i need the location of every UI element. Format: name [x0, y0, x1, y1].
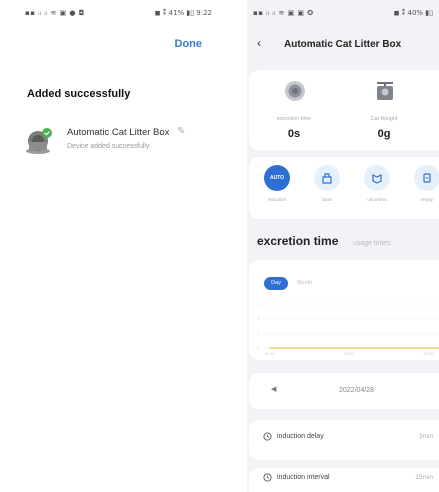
action-label: empty [420, 197, 434, 202]
stat-value: 0g [377, 128, 391, 140]
setting-value: 3min [418, 433, 433, 440]
setting-induction-interval[interactable]: induction interval 15min [249, 463, 439, 492]
timer-icon [263, 473, 272, 482]
edit-icon[interactable]: ✎ [177, 126, 185, 137]
nav-bar: ‹ Automatic Cat Litter Box [247, 32, 439, 58]
stat-label: excretion time [276, 116, 312, 122]
action-odourless[interactable]: odourless [357, 165, 397, 202]
x-tick-label: 06:00 [344, 352, 354, 356]
chart-card: Day Month 3 2 1 0 00:00 06:00 12:00 [249, 260, 439, 360]
setting-induction-delay[interactable]: induction delay 3min [249, 422, 439, 452]
added-title: Added successfully [27, 88, 131, 100]
tab-excretion-time[interactable]: excretion time [257, 234, 338, 248]
odourless-icon [364, 165, 390, 191]
auto-icon: AUTO [264, 165, 290, 191]
stat-cat-weight: Cat Weight 0g [339, 70, 429, 150]
y-tick-label: 3 [257, 303, 259, 307]
settings-card: induction delay 3min [249, 420, 439, 460]
clean-icon [314, 165, 340, 191]
status-bar-left: ▪▪ ᵢₗ ᵢₗ ≋ ▣ ● ◘ [25, 9, 85, 17]
tab-usage-times[interactable]: usage times [353, 240, 391, 247]
x-tick-label: 12:00 [423, 352, 433, 356]
status-bar-right: ◼ ⁑ 41% ▮▯ 9:22 [154, 9, 212, 17]
chart-tabs: excretion time usage times [257, 232, 391, 252]
comparison-stage: ▪▪ ᵢₗ ᵢₗ ≋ ▣ ● ◘ ◼ ⁑ 41% ▮▯ 9:22 Done Ad… [0, 0, 439, 492]
x-tick-label: 00:00 [265, 352, 275, 356]
selected-date: 2022/04/28 [339, 387, 375, 394]
auto-icon-text: AUTO [269, 175, 285, 181]
done-button[interactable]: Done [175, 38, 203, 50]
stat-value: 0s [287, 128, 301, 140]
y-tick-label: 2 [257, 317, 259, 321]
action-clean[interactable]: clean [307, 165, 347, 202]
action-induction[interactable]: AUTO induction [257, 165, 297, 202]
timer-icon [263, 432, 272, 441]
prev-date-icon[interactable]: ◀ [271, 385, 276, 393]
device-status: Device added successfully [67, 143, 150, 150]
date-card: ◀ 2022/04/28 [249, 373, 439, 409]
y-tick-label: 0 [257, 347, 259, 351]
action-label: clean [321, 197, 333, 202]
stat-label: Cat Weight [370, 116, 398, 122]
setting-label: induction interval [277, 474, 330, 481]
status-bar-right: ◼ ⁑ 40% ▮▯ [393, 9, 433, 17]
stat-excretion-time: excretion time 0s [249, 70, 339, 150]
action-label: induction [267, 197, 286, 202]
back-icon[interactable]: ‹ [257, 36, 261, 50]
page-title: Automatic Cat Litter Box [284, 39, 402, 50]
stats-card: excretion time 0s Cat Weight 0g [249, 70, 439, 150]
scale-icon [377, 82, 393, 100]
y-tick-label: 1 [257, 332, 259, 336]
status-bar-left: ▪▪ ᵢₗ ᵢₗ ≋ ▣ ▣ ✪ [253, 9, 314, 17]
litter-box-icon [26, 128, 52, 154]
device-row[interactable]: Automatic Cat Litter Box ✎ Device added … [25, 125, 205, 161]
action-empty[interactable]: empty [407, 165, 439, 202]
setting-label: induction delay [277, 433, 324, 440]
excretion-chart: 3 2 1 0 00:00 06:00 12:00 [257, 303, 439, 356]
clock-icon [285, 81, 305, 101]
status-bar: ▪▪ ᵢₗ ᵢₗ ≋ ▣ ● ◘ ◼ ⁑ 41% ▮▯ 9:22 [0, 0, 218, 24]
device-name: Automatic Cat Litter Box [67, 127, 170, 138]
empty-icon [414, 165, 439, 191]
settings-card-2: induction interval 15min [249, 468, 439, 492]
right-screen: ▪▪ ᵢₗ ᵢₗ ≋ ▣ ▣ ✪ ◼ ⁑ 40% ▮▯ ‹ Automatic … [247, 0, 439, 492]
left-screen: ▪▪ ᵢₗ ᵢₗ ≋ ▣ ● ◘ ◼ ⁑ 41% ▮▯ 9:22 Done Ad… [0, 0, 218, 492]
setting-value: 15min [415, 474, 433, 481]
actions-card: AUTO induction clean odourless empty [249, 157, 439, 219]
status-bar: ▪▪ ᵢₗ ᵢₗ ≋ ▣ ▣ ✪ ◼ ⁑ 40% ▮▯ [247, 0, 439, 24]
action-label: odourless [367, 197, 387, 202]
